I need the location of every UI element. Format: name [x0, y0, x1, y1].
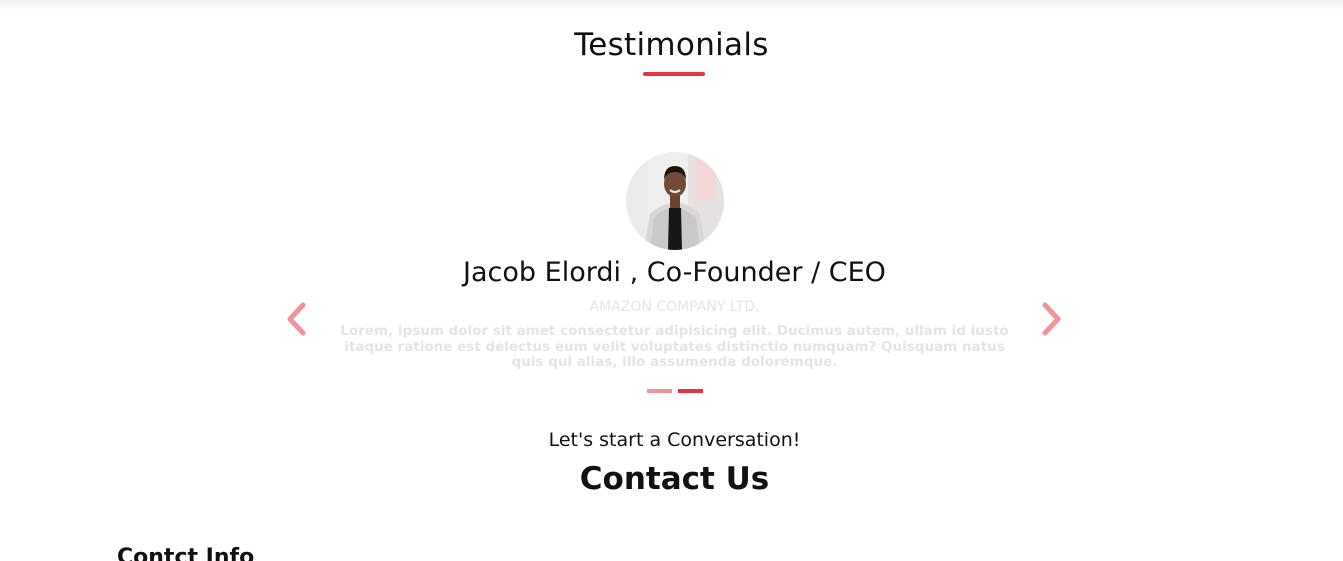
testimonial-quote: Lorem, ipsum dolor sit amet consectetur …: [340, 323, 1009, 370]
carousel-prev-button[interactable]: [284, 301, 310, 337]
contact-subheading: Let's start a Conversation!: [548, 429, 801, 451]
contact-info-heading: Contct Info: [117, 545, 255, 561]
chevron-left-icon: [287, 302, 306, 336]
testimonial-company: AMAZON COMPANY LTD.: [589, 299, 760, 315]
chevron-right-icon: [1042, 302, 1061, 336]
testimonials-title: Testimonials: [574, 27, 769, 63]
title-underline: [643, 72, 705, 76]
testimonial-author: Jacob Elordi , Co-Founder / CEO: [463, 257, 886, 288]
carousel-next-button[interactable]: [1038, 301, 1064, 337]
header-shadow: [0, 0, 1343, 10]
avatar: [626, 152, 724, 250]
person-photo: [626, 152, 724, 250]
carousel-indicator-1[interactable]: [647, 389, 672, 393]
page: Testimonials Jacob Elordi , Co-Founder /…: [0, 0, 1343, 561]
contact-title: Contact Us: [579, 461, 770, 497]
carousel-indicator-2[interactable]: [678, 389, 703, 393]
